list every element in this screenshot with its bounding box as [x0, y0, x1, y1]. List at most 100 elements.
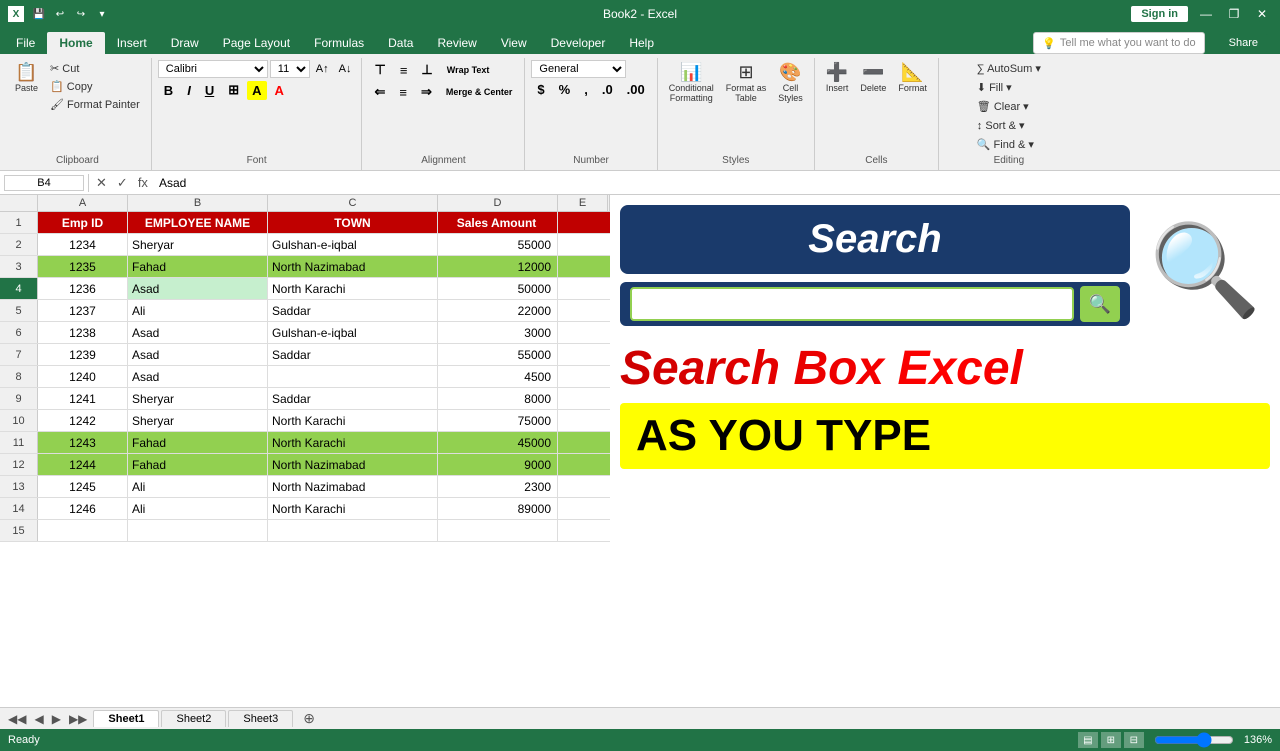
align-middle-button[interactable]: ≡	[394, 61, 414, 80]
sales-cell[interactable]: 45000	[438, 432, 558, 453]
normal-view-button[interactable]: ▤	[1078, 732, 1098, 748]
emp-name-cell[interactable]: Ali	[128, 300, 268, 321]
sign-in-button[interactable]: Sign in	[1131, 6, 1188, 22]
sheet-nav-next[interactable]: ▶	[48, 712, 65, 726]
emp-id-cell[interactable]: 1241	[38, 388, 128, 409]
underline-button[interactable]: U	[199, 81, 220, 100]
autosum-button[interactable]: ∑ AutoSum ▾	[972, 60, 1046, 77]
town-cell[interactable]: Saddar	[268, 388, 438, 409]
conditional-formatting-button[interactable]: 📊 ConditionalFormatting	[664, 60, 719, 106]
search-input[interactable]	[630, 287, 1074, 321]
col-header-d[interactable]: D	[438, 195, 558, 211]
align-bottom-button[interactable]: ⊥	[415, 60, 438, 80]
tab-file[interactable]: File	[4, 32, 47, 54]
paste-button[interactable]: 📋 Paste	[10, 60, 43, 96]
row-15-sales[interactable]	[438, 520, 558, 541]
customize-qa-button[interactable]: ▾	[93, 5, 111, 23]
emp-name-cell[interactable]: Sheryar	[128, 410, 268, 431]
page-layout-view-button[interactable]: ⊞	[1101, 732, 1121, 748]
fill-color-button[interactable]: A	[247, 81, 266, 100]
sales-cell[interactable]: 50000	[438, 278, 558, 299]
tab-draw[interactable]: Draw	[159, 32, 211, 54]
sales-cell[interactable]: 3000	[438, 322, 558, 343]
tab-developer[interactable]: Developer	[539, 32, 618, 54]
decrease-decimal-button[interactable]: .00	[621, 80, 651, 99]
zoom-slider[interactable]	[1154, 732, 1234, 748]
wrap-text-button[interactable]: Wrap Text	[441, 63, 496, 77]
sales-cell[interactable]: 75000	[438, 410, 558, 431]
cut-button[interactable]: ✂ Cut	[45, 60, 145, 77]
emp-id-cell[interactable]: 1239	[38, 344, 128, 365]
font-grow-button[interactable]: A↑	[312, 61, 333, 77]
cell-styles-button[interactable]: 🎨 CellStyles	[773, 60, 808, 106]
town-cell[interactable]: Saddar	[268, 344, 438, 365]
emp-name-cell[interactable]: Fahad	[128, 432, 268, 453]
align-top-button[interactable]: ⊤	[368, 60, 391, 80]
page-break-view-button[interactable]: ⊟	[1124, 732, 1144, 748]
emp-name-cell[interactable]: Asad	[128, 278, 268, 299]
currency-button[interactable]: $	[531, 80, 550, 99]
emp-id-cell[interactable]: 1245	[38, 476, 128, 497]
sales-cell[interactable]: 22000	[438, 300, 558, 321]
comma-button[interactable]: ,	[578, 80, 594, 99]
emp-id-cell[interactable]: 1244	[38, 454, 128, 475]
row-15-emp-name[interactable]	[128, 520, 268, 541]
format-button[interactable]: 📐 Format	[893, 60, 932, 96]
sheet-nav-left[interactable]: ◀◀	[4, 712, 30, 726]
sales-cell[interactable]: 55000	[438, 344, 558, 365]
border-button[interactable]: ⊞	[222, 80, 245, 100]
emp-name-cell[interactable]: Asad	[128, 344, 268, 365]
maximize-button[interactable]: ❐	[1224, 6, 1244, 22]
town-cell[interactable]: Saddar	[268, 300, 438, 321]
emp-id-cell[interactable]: 1240	[38, 366, 128, 387]
tab-insert[interactable]: Insert	[105, 32, 159, 54]
col-header-b[interactable]: B	[128, 195, 268, 211]
add-sheet-button[interactable]: ⊕	[297, 710, 321, 727]
font-name-selector[interactable]: Calibri	[158, 60, 268, 78]
sheet-tab-1[interactable]: Sheet1	[93, 710, 159, 727]
town-cell[interactable]: North Nazimabad	[268, 454, 438, 475]
town-cell[interactable]: North Karachi	[268, 432, 438, 453]
sales-cell[interactable]: 12000	[438, 256, 558, 277]
row-15-emp-id[interactable]	[38, 520, 128, 541]
header-emp-id[interactable]: Emp ID	[38, 212, 128, 233]
enter-formula-button[interactable]: ✓	[114, 175, 131, 191]
tab-help[interactable]: Help	[617, 32, 666, 54]
delete-button[interactable]: ➖ Delete	[855, 60, 891, 96]
header-town[interactable]: TOWN	[268, 212, 438, 233]
emp-id-cell[interactable]: 1242	[38, 410, 128, 431]
number-format-selector[interactable]: General	[531, 60, 626, 78]
italic-button[interactable]: I	[181, 81, 197, 100]
formula-input[interactable]: Asad	[155, 176, 1276, 190]
town-cell[interactable]: North Nazimabad	[268, 256, 438, 277]
emp-name-cell[interactable]: Fahad	[128, 256, 268, 277]
format-as-table-button[interactable]: ⊞ Format asTable	[721, 60, 772, 106]
header-emp-name[interactable]: EMPLOYEE NAME	[128, 212, 268, 233]
search-submit-button[interactable]: 🔍	[1080, 286, 1120, 322]
font-size-selector[interactable]: 11	[270, 60, 310, 78]
share-button[interactable]: Share	[1219, 34, 1268, 52]
emp-name-cell[interactable]: Sheryar	[128, 234, 268, 255]
town-cell[interactable]	[268, 366, 438, 387]
emp-id-cell[interactable]: 1238	[38, 322, 128, 343]
merge-button[interactable]: Merge & Center	[440, 85, 519, 99]
insert-button[interactable]: ➕ Insert	[821, 60, 854, 96]
town-cell[interactable]: Gulshan-e-iqbal	[268, 234, 438, 255]
clear-button[interactable]: 🗑 Clear ▾	[972, 98, 1046, 115]
emp-name-cell[interactable]: Sheryar	[128, 388, 268, 409]
tab-home[interactable]: Home	[47, 32, 104, 54]
percent-button[interactable]: %	[553, 80, 577, 99]
sales-cell[interactable]: 89000	[438, 498, 558, 519]
sheet-tab-3[interactable]: Sheet3	[228, 710, 293, 727]
bold-button[interactable]: B	[158, 81, 179, 100]
sheet-nav-prev[interactable]: ◀	[30, 712, 47, 726]
col-header-a[interactable]: A	[38, 195, 128, 211]
sheet-tab-2[interactable]: Sheet2	[161, 710, 226, 727]
font-color-button[interactable]: A	[269, 81, 290, 100]
tab-page-layout[interactable]: Page Layout	[211, 32, 302, 54]
emp-name-cell[interactable]: Ali	[128, 498, 268, 519]
increase-decimal-button[interactable]: .0	[596, 80, 619, 99]
emp-id-cell[interactable]: 1237	[38, 300, 128, 321]
tab-data[interactable]: Data	[376, 32, 425, 54]
header-sales[interactable]: Sales Amount	[438, 212, 558, 233]
